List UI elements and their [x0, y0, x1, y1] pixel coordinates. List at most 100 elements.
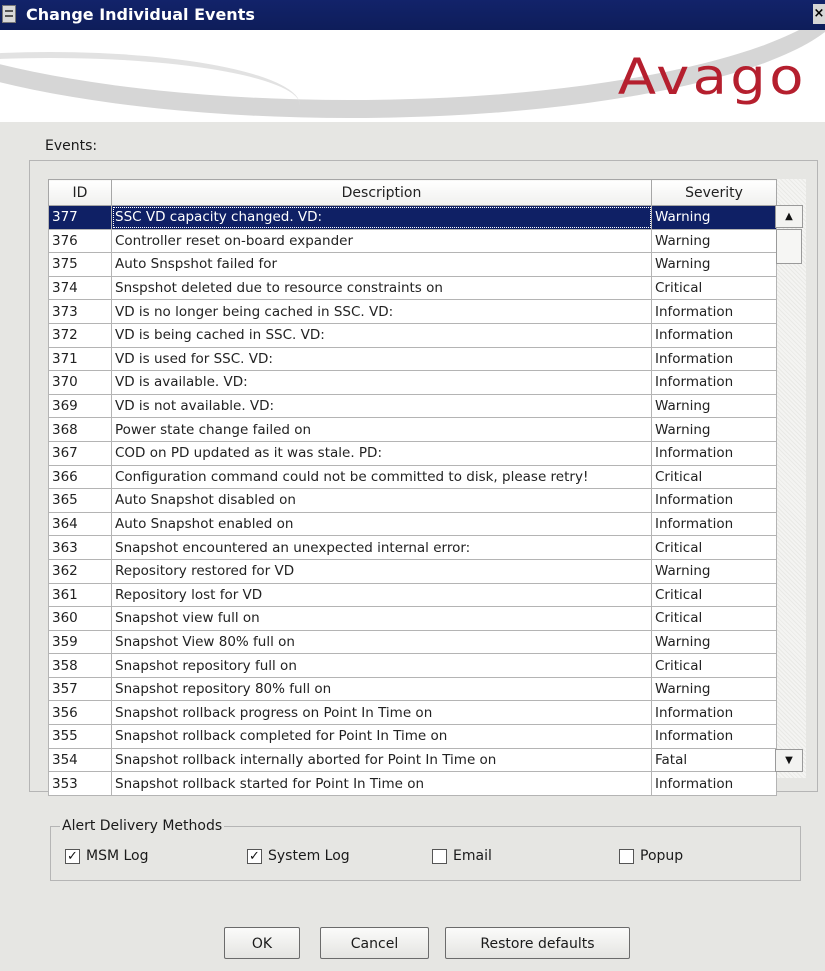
scroll-down-icon[interactable]: ▼ — [775, 749, 803, 772]
table-row[interactable]: 359 Snapshot View 80% full on Warning — [48, 629, 777, 655]
table-row[interactable]: 353 Snapshot rollback started for Point I… — [48, 771, 777, 796]
checkbox-icon[interactable] — [432, 848, 447, 864]
event-severity-cell: Information — [651, 370, 777, 395]
events-table-container: ID Description Severity 377 SSC VD capaci… — [48, 179, 806, 796]
event-id-cell: 377 — [48, 205, 112, 230]
table-row[interactable]: 375 Auto Snspshot failed for Warning — [48, 252, 777, 277]
event-severity-cell: Critical — [651, 464, 777, 490]
event-severity-cell: Fatal — [651, 747, 777, 773]
close-button[interactable]: × — [813, 4, 825, 24]
event-id-cell: 357 — [48, 676, 112, 702]
email-checkbox[interactable]: Email — [432, 848, 492, 864]
table-row[interactable]: 363 Snapshot encountered an unexpected in… — [48, 535, 777, 560]
event-severity-cell: Warning — [651, 393, 777, 419]
event-id-cell: 359 — [48, 629, 112, 655]
table-row[interactable]: 368 Power state change failed on Warning — [48, 417, 777, 442]
column-header-description[interactable]: Description — [111, 179, 652, 206]
event-id-cell: 368 — [48, 417, 112, 442]
system-log-label: System Log — [268, 848, 350, 864]
table-row[interactable]: 371 VD is used for SSC. VD: Information — [48, 346, 777, 372]
event-severity-cell: Critical — [651, 653, 777, 678]
table-row[interactable]: 364 Auto Snapshot enabled on Information — [48, 511, 777, 537]
window-title: Change Individual Events — [26, 5, 255, 24]
msm-log-label: MSM Log — [86, 848, 149, 864]
event-description-cell: Auto Snapshot disabled on — [111, 488, 652, 513]
event-id-cell: 365 — [48, 488, 112, 513]
event-id-cell: 362 — [48, 558, 112, 584]
event-description-cell: Power state change failed on — [111, 417, 652, 442]
table-row[interactable]: 373 VD is no longer being cached in SSC. … — [48, 299, 777, 324]
event-description-cell: Configuration command could not be commi… — [111, 464, 652, 490]
event-id-cell: 376 — [48, 228, 112, 254]
scroll-up-icon[interactable]: ▲ — [775, 205, 803, 228]
event-description-cell: COD on PD updated as it was stale. PD: — [111, 440, 652, 466]
checkbox-icon[interactable] — [619, 848, 634, 864]
app-icon — [2, 5, 16, 23]
event-id-cell: 371 — [48, 346, 112, 372]
event-severity-cell: Warning — [651, 228, 777, 254]
events-label: Events: — [45, 138, 98, 154]
event-description-cell: Controller reset on-board expander — [111, 228, 652, 254]
alert-delivery-legend: Alert Delivery Methods — [60, 818, 225, 834]
checkbox-icon[interactable]: ✓ — [247, 848, 262, 864]
table-scrollbar[interactable]: ▲ ▼ — [775, 205, 803, 772]
table-row[interactable]: 361 Repository lost for VD Critical — [48, 582, 777, 608]
event-id-cell: 364 — [48, 511, 112, 537]
table-row[interactable]: 358 Snapshot repository full on Critical — [48, 653, 777, 678]
column-header-severity[interactable]: Severity — [651, 179, 777, 206]
table-row[interactable]: 357 Snapshot repository 80% full on Warnin… — [48, 676, 777, 702]
event-description-cell: Snapshot encountered an unexpected inter… — [111, 535, 652, 560]
event-description-cell: Snspshot deleted due to resource constra… — [111, 275, 652, 301]
system-log-checkbox[interactable]: ✓ System Log — [247, 848, 350, 864]
event-description-cell: Snapshot rollback started for Point In T… — [111, 771, 652, 796]
table-row[interactable]: 366 Configuration command could not be co… — [48, 464, 777, 490]
table-row[interactable]: 356 Snapshot rollback progress on Point I… — [48, 700, 777, 726]
msm-log-checkbox[interactable]: ✓ MSM Log — [65, 848, 149, 864]
event-severity-cell: Warning — [651, 558, 777, 584]
table-row[interactable]: 355 Snapshot rollback completed for Point… — [48, 724, 777, 749]
table-row[interactable]: 365 Auto Snapshot disabled on Information — [48, 488, 777, 513]
event-id-cell: 361 — [48, 582, 112, 608]
brand-header: Avago — [0, 30, 825, 122]
restore-defaults-button[interactable]: Restore defaults — [445, 927, 630, 959]
event-severity-cell: Information — [651, 299, 777, 324]
event-severity-cell: Critical — [651, 606, 777, 631]
popup-checkbox[interactable]: Popup — [619, 848, 683, 864]
ok-button[interactable]: OK — [224, 927, 300, 959]
table-row[interactable]: 376 Controller reset on-board expander War… — [48, 228, 777, 254]
event-severity-cell: Information — [651, 346, 777, 372]
popup-label: Popup — [640, 848, 684, 864]
event-description-cell: Snapshot repository 80% full on — [111, 676, 652, 702]
event-description-cell: Auto Snspshot failed for — [111, 252, 652, 277]
cancel-button[interactable]: Cancel — [320, 927, 429, 959]
event-id-cell: 372 — [48, 322, 112, 348]
column-header-id[interactable]: ID — [48, 179, 112, 206]
event-severity-cell: Information — [651, 322, 777, 348]
event-description-cell: Repository restored for VD — [111, 558, 652, 584]
title-bar: Change Individual Events × — [0, 0, 825, 30]
event-id-cell: 373 — [48, 299, 112, 324]
event-description-cell: Snapshot rollback progress on Point In T… — [111, 700, 652, 726]
event-description-cell: Snapshot rollback completed for Point In… — [111, 724, 652, 749]
table-row[interactable]: 362 Repository restored for VD Warning — [48, 558, 777, 584]
checkbox-icon[interactable]: ✓ — [65, 848, 80, 864]
event-severity-cell: Information — [651, 511, 777, 537]
table-row[interactable]: 370 VD is available. VD: Information — [48, 370, 777, 395]
event-id-cell: 356 — [48, 700, 112, 726]
event-severity-cell: Critical — [651, 582, 777, 608]
table-row[interactable]: 377 SSC VD capacity changed. VD: Warning — [48, 205, 777, 230]
event-id-cell: 375 — [48, 252, 112, 277]
table-row[interactable]: 354 Snapshot rollback internally aborted … — [48, 747, 777, 773]
event-id-cell: 366 — [48, 464, 112, 490]
table-row[interactable]: 367 COD on PD updated as it was stale. PD… — [48, 440, 777, 466]
event-severity-cell: Warning — [651, 676, 777, 702]
event-id-cell: 360 — [48, 606, 112, 631]
table-row[interactable]: 369 VD is not available. VD: Warning — [48, 393, 777, 419]
table-row[interactable]: 374 Snspshot deleted due to resource cons… — [48, 275, 777, 301]
event-description-cell: Snapshot repository full on — [111, 653, 652, 678]
event-description-cell: SSC VD capacity changed. VD: — [111, 205, 652, 230]
event-description-cell: VD is being cached in SSC. VD: — [111, 322, 652, 348]
scroll-thumb[interactable] — [776, 229, 802, 264]
table-row[interactable]: 372 VD is being cached in SSC. VD: Informa… — [48, 322, 777, 348]
table-row[interactable]: 360 Snapshot view full on Critical — [48, 606, 777, 631]
